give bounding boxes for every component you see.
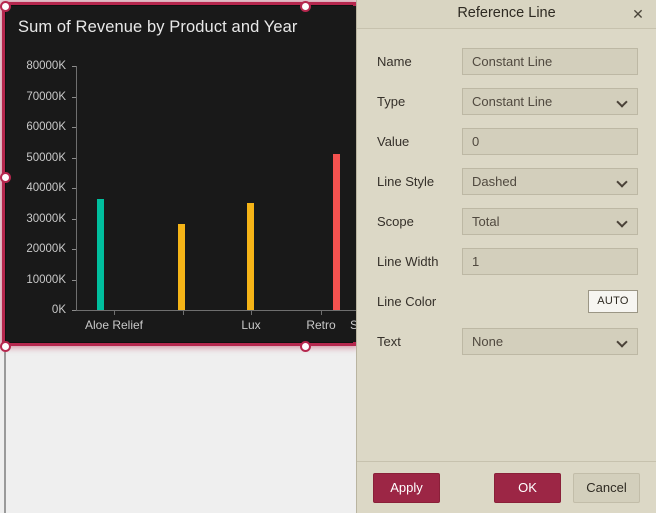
visualization-selection-frame[interactable]: Sum of Revenue by Product and Year 80000… <box>0 0 356 352</box>
bar[interactable] <box>178 224 185 310</box>
field-label: Line Width <box>377 253 439 269</box>
field-label: Type <box>377 93 406 109</box>
apply-button[interactable]: Apply <box>373 472 440 503</box>
form-row: Line Color AUTO <box>377 281 638 321</box>
line-color-control: AUTO <box>462 288 638 315</box>
x-axis-tick-mark <box>321 310 322 315</box>
selection-handle-bottom-center[interactable] <box>300 341 311 352</box>
selection-handle-top-center[interactable] <box>300 1 311 12</box>
y-axis-tick-label: 20000K <box>26 243 66 255</box>
x-axis-line <box>76 310 356 311</box>
chevron-down-icon <box>618 218 627 224</box>
dialog-title: Reference Line <box>457 5 556 21</box>
bar[interactable] <box>97 198 104 310</box>
x-axis-tick-mark <box>251 310 252 315</box>
dialog-footer: Apply OK Cancel <box>357 461 656 513</box>
line-color-auto-button[interactable]: AUTO <box>588 289 638 313</box>
cancel-button[interactable]: Cancel <box>573 472 640 503</box>
y-axis: 80000K 70000K 60000K 50000K 40000K 30000K 2000… <box>6 48 76 316</box>
bar[interactable] <box>247 202 254 310</box>
field-value: Constant Line <box>472 93 553 109</box>
input-name[interactable]: Constant Line <box>462 47 638 75</box>
ok-button[interactable]: OK <box>494 472 561 503</box>
y-axis-tick-label: 70000K <box>26 90 66 103</box>
x-axis-tick-label: Aloe Relief <box>84 318 144 332</box>
form-row: Name Constant Line <box>377 41 638 81</box>
y-axis-tick-label: 30000K <box>26 212 66 225</box>
field-label: Text <box>377 333 401 349</box>
field-value: Dashed <box>472 173 517 189</box>
select-text[interactable]: None <box>462 327 638 355</box>
x-axis-tick-mark <box>183 310 184 315</box>
bar-chart[interactable]: Sum of Revenue by Product and Year 80000… <box>6 6 356 342</box>
form-row: Value 0 <box>377 121 638 161</box>
chart-title: Sum of Revenue by Product and Year <box>18 18 298 36</box>
field-label: Line Color <box>377 293 437 309</box>
form-row: Line Style Dashed <box>377 161 638 201</box>
field-value: Total <box>472 213 500 229</box>
select-line-style[interactable]: Dashed <box>462 167 638 195</box>
x-axis-tick-mark <box>114 310 115 315</box>
input-value[interactable]: 0 <box>462 127 638 155</box>
field-label: Line Style <box>377 173 435 189</box>
chevron-down-icon <box>618 178 627 184</box>
selection-handle-middle-left[interactable] <box>0 172 11 183</box>
field-label: Value <box>377 133 410 149</box>
chart-plot-area: 80000K 70000K 60000K 50000K 40000K 30000K 2000… <box>6 48 356 342</box>
field-value: None <box>472 333 504 349</box>
selection-handle-top-left[interactable] <box>0 1 11 12</box>
y-axis-tick-label: 10000K <box>26 273 66 286</box>
chevron-down-icon <box>618 338 627 344</box>
form-row: Type Constant Line <box>377 81 638 121</box>
chevron-down-icon <box>618 98 627 104</box>
y-axis-tick-label: 60000K <box>26 121 66 133</box>
field-value: 1 <box>472 253 480 269</box>
form-row: Line Width 1 <box>377 241 638 281</box>
close-icon[interactable]: ✕ <box>628 4 648 24</box>
field-value: 0 <box>472 133 480 149</box>
workspace-ruler-line <box>4 352 6 513</box>
form-row: Text None <box>377 321 638 361</box>
y-axis-tick-label: 50000K <box>26 151 66 164</box>
y-axis-tick-label: 0K <box>51 304 66 316</box>
x-axis-tick-label: Retro <box>306 318 336 332</box>
field-value: Constant Line <box>472 53 553 69</box>
field-label: Name <box>377 53 412 69</box>
x-axis-tick-label: Lux <box>241 318 261 332</box>
y-axis-tick-label: 80000K <box>26 60 66 72</box>
bar[interactable] <box>333 154 340 310</box>
select-scope[interactable]: Total <box>462 207 638 235</box>
field-label: Scope <box>377 213 414 229</box>
dialog-title-bar: Reference Line ✕ <box>357 0 656 29</box>
dialog-form: Name Constant Line Type Constant Line Value 0… <box>357 29 656 461</box>
form-row: Scope Total <box>377 201 638 241</box>
workspace-canvas: Sum of Revenue by Product and Year 80000… <box>0 0 356 513</box>
selection-handle-bottom-left[interactable] <box>0 341 11 352</box>
select-type[interactable]: Constant Line <box>462 87 638 115</box>
input-line-width[interactable]: 1 <box>462 247 638 275</box>
y-axis-line <box>76 66 77 310</box>
y-axis-tick-label: 40000K <box>26 182 66 194</box>
reference-line-dialog: Reference Line ✕ Name Constant Line Type Co… <box>356 0 656 513</box>
